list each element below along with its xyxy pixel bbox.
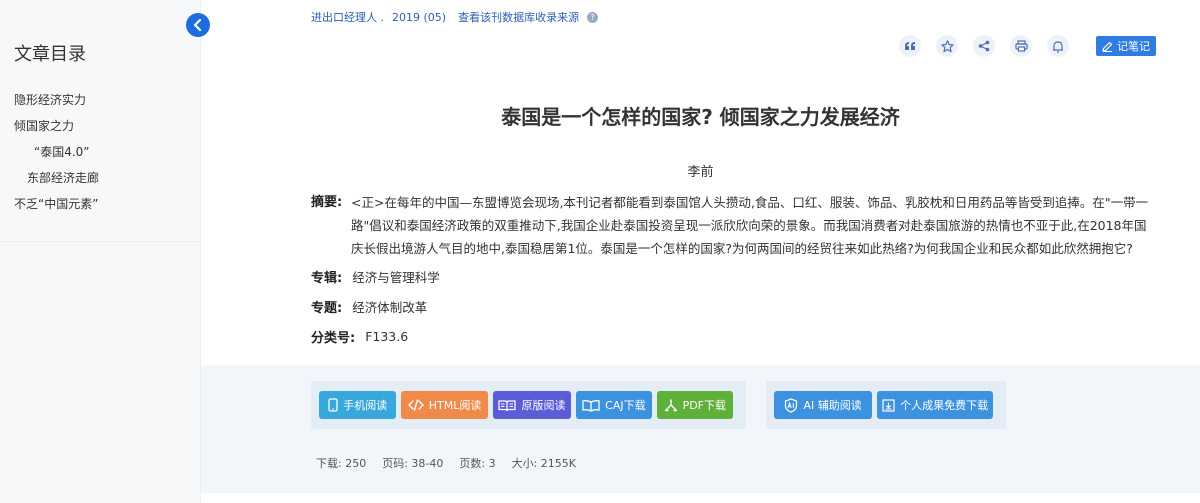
toc-item-eastern-corridor[interactable]: 东部经济走廊 bbox=[0, 169, 200, 195]
journal-link[interactable]: 进出口经理人 . bbox=[311, 9, 384, 25]
phone-icon bbox=[328, 398, 338, 412]
article-main: 进出口经理人 . 2019 (05) 查看该刊数据库收录来源 ? 记笔记 泰国是… bbox=[201, 0, 1200, 503]
ai-read-label: AI 辅助阅读 bbox=[803, 399, 862, 412]
download-box-icon bbox=[882, 398, 895, 412]
page: 文章目录 隐形经济实力 倾国家之力 “泰国4.0” 东部经济走廊 不乏“中国元素… bbox=[0, 0, 1200, 503]
pdf-icon bbox=[664, 398, 677, 411]
notify-button[interactable] bbox=[1047, 35, 1069, 57]
topic-label: 专题: bbox=[311, 301, 343, 316]
ai-group: AI 辅助阅读 个人成果免费下载 bbox=[766, 381, 1006, 429]
share-button[interactable] bbox=[973, 35, 995, 57]
code-icon bbox=[407, 399, 424, 411]
issue-link[interactable]: 2019 (05) bbox=[392, 11, 446, 24]
database-source-link[interactable]: 查看该刊数据库收录来源 bbox=[458, 9, 579, 25]
page-count: 页数: 3 bbox=[459, 457, 496, 470]
toc-item-national-power[interactable]: 倾国家之力 bbox=[0, 117, 200, 143]
html-read-label: HTML阅读 bbox=[428, 399, 482, 412]
mobile-read-button[interactable]: 手机阅读 bbox=[319, 391, 397, 419]
series-row: 专辑: 经济与管理科学 bbox=[311, 267, 440, 286]
print-button[interactable] bbox=[1010, 35, 1032, 57]
html-read-button[interactable]: HTML阅读 bbox=[401, 391, 488, 419]
source-line: 进出口经理人 . 2019 (05) 查看该刊数据库收录来源 ? bbox=[311, 9, 599, 25]
topic-value: 经济体制改革 bbox=[352, 300, 428, 315]
book-open-icon bbox=[498, 399, 517, 411]
read-download-group: 手机阅读 HTML阅读 原版阅读 CAJ下载 PDF下载 bbox=[311, 381, 746, 429]
toc-title: 文章目录 bbox=[14, 44, 86, 65]
pdf-download-label: PDF下载 bbox=[682, 399, 726, 412]
file-size: 大小: 2155K bbox=[511, 457, 576, 470]
edit-note-icon bbox=[1102, 41, 1113, 52]
caj-download-label: CAJ下载 bbox=[605, 399, 646, 412]
article-title: 泰国是一个怎样的国家? 倾国家之力发展经济 bbox=[501, 105, 900, 129]
free-download-button[interactable]: 个人成果免费下载 bbox=[877, 391, 993, 419]
class-row: 分类号: F133.6 bbox=[311, 327, 408, 346]
abstract-block: 摘要: <正>在每年的中国—东盟博览会现场,本刊记者都能看到泰国馆人头攒动,食品… bbox=[311, 191, 1151, 260]
book-icon bbox=[582, 399, 600, 412]
bell-icon bbox=[1053, 40, 1063, 53]
caj-download-button[interactable]: CAJ下载 bbox=[576, 391, 652, 419]
favorite-star-icon bbox=[940, 39, 954, 52]
toc-item-hidden-economy[interactable]: 隐形经济实力 bbox=[0, 91, 200, 117]
series-value: 经济与管理科学 bbox=[352, 270, 440, 285]
abstract-text: <正>在每年的中国—东盟博览会现场,本刊记者都能看到泰国馆人头攒动,食品、口红、… bbox=[351, 195, 1149, 256]
favorite-button[interactable] bbox=[936, 35, 958, 57]
take-note-label: 记笔记 bbox=[1117, 40, 1150, 53]
print-icon bbox=[1014, 40, 1028, 52]
class-value: F133.6 bbox=[365, 329, 409, 344]
original-read-button[interactable]: 原版阅读 bbox=[492, 391, 572, 419]
stats-row: 下载: 250 页码: 38-40 页数: 3 大小: 2155K bbox=[316, 455, 592, 471]
free-download-label: 个人成果免费下载 bbox=[900, 399, 989, 412]
quote-icon bbox=[905, 42, 915, 50]
page-range: 页码: 38-40 bbox=[382, 457, 444, 470]
toc-sidebar: 文章目录 隐形经济实力 倾国家之力 “泰国4.0” 东部经济走廊 不乏“中国元素… bbox=[0, 0, 201, 503]
original-read-label: 原版阅读 bbox=[521, 399, 566, 412]
series-label: 专辑: bbox=[311, 271, 343, 286]
download-count: 下载: 250 bbox=[316, 457, 367, 470]
share-icon bbox=[978, 40, 990, 52]
article-toolbar: 记笔记 bbox=[899, 35, 1156, 57]
toc-item-china-elements[interactable]: 不乏“中国元素” bbox=[0, 195, 200, 221]
pdf-download-button[interactable]: PDF下载 bbox=[656, 391, 733, 419]
take-note-button[interactable]: 记笔记 bbox=[1096, 36, 1156, 56]
action-area: 手机阅读 HTML阅读 原版阅读 CAJ下载 PDF下载 AI 辅助阅读 个人成… bbox=[201, 365, 1200, 493]
abstract-label: 摘要: bbox=[311, 195, 343, 210]
author-link[interactable]: 李前 bbox=[201, 161, 1200, 180]
topic-row: 专题: 经济体制改革 bbox=[311, 297, 427, 316]
class-label: 分类号: bbox=[311, 331, 356, 346]
toc-divider bbox=[0, 241, 200, 242]
toc-list: 隐形经济实力 倾国家之力 “泰国4.0” 东部经济走廊 不乏“中国元素” bbox=[0, 91, 200, 221]
toc-item-thailand-4[interactable]: “泰国4.0” bbox=[0, 143, 200, 169]
mobile-read-label: 手机阅读 bbox=[343, 399, 388, 412]
help-icon[interactable]: ? bbox=[587, 11, 599, 23]
ai-shield-icon bbox=[785, 397, 798, 413]
ai-read-button[interactable]: AI 辅助阅读 bbox=[774, 391, 873, 419]
quote-button[interactable] bbox=[899, 35, 921, 57]
